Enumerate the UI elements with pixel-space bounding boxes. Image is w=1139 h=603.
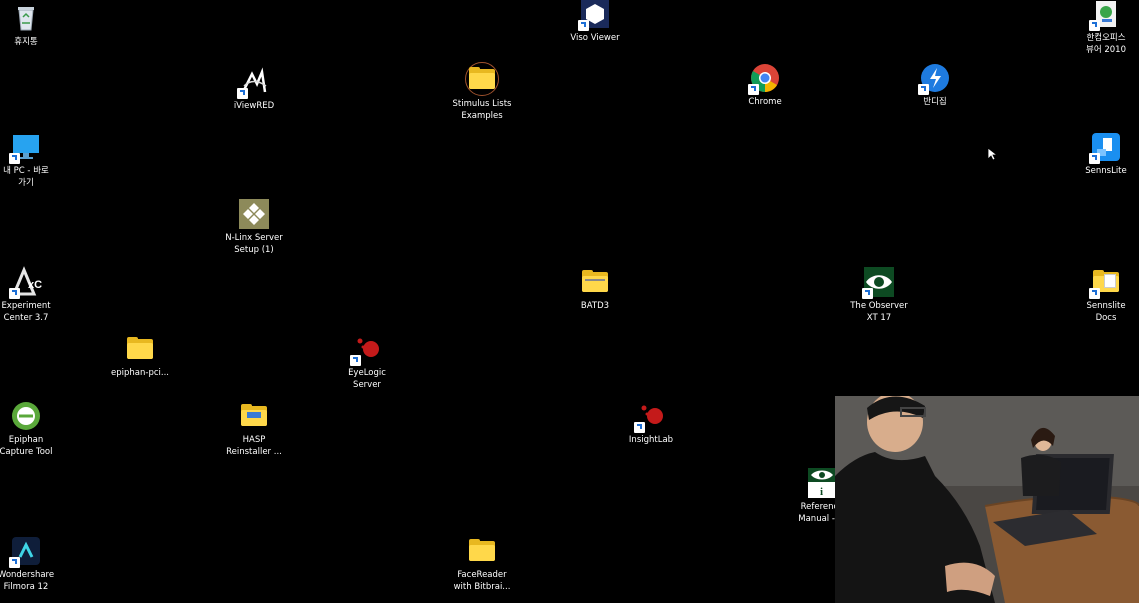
desktop-icon-label: FaceReader with Bitbrai...	[453, 570, 511, 592]
chrome-icon	[748, 62, 781, 95]
monitor-icon	[9, 131, 42, 164]
experiment-center-icon: xC	[9, 266, 42, 299]
desktop-icon-label: SennsLite	[1085, 166, 1127, 176]
observer-eye-icon	[862, 266, 895, 299]
recycle-bin-icon	[10, 2, 42, 34]
desktop-icon-iviewred[interactable]: iViewRED	[216, 66, 292, 112]
shortcut-arrow-icon	[1089, 153, 1100, 164]
shortcut-arrow-icon	[748, 84, 759, 95]
folder-icon	[124, 333, 156, 365]
shortcut-arrow-icon	[9, 153, 20, 164]
desktop-icon-label: epiphan-pci...	[111, 368, 169, 378]
desktop-icon-label: iViewRED	[233, 101, 275, 111]
desktop-icon-label: Wondershare Filmora 12	[0, 570, 55, 592]
desktop-icon-batd3[interactable]: BATD3	[557, 266, 633, 312]
desktop-icon-label: Viso Viewer	[570, 33, 620, 43]
desktop-icon-filmora[interactable]: Wondershare Filmora 12	[0, 535, 64, 593]
mouse-cursor-icon	[987, 146, 999, 165]
webcam-overlay	[835, 396, 1139, 603]
svg-text:i: i	[820, 486, 823, 498]
desktop-icon-stimulus-lists[interactable]: Stimulus Lists Examples	[444, 62, 520, 122]
desktop-icon-label: 반디집	[923, 97, 947, 107]
shortcut-arrow-icon	[578, 20, 589, 31]
shortcut-arrow-icon	[9, 557, 20, 568]
desktop-icon-viso-viewer[interactable]: Viso Viewer	[557, 0, 633, 44]
desktop-icon-label: BATD3	[580, 301, 610, 311]
shortcut-arrow-icon	[918, 84, 929, 95]
shortcut-arrow-icon	[237, 88, 248, 99]
desktop-icon-label: 한컴오피스 뷰어 2010	[1086, 33, 1126, 55]
desktop-icon-eyelogic-server[interactable]: EyeLogic Server	[329, 333, 405, 391]
filmora-icon	[9, 535, 42, 568]
desktop-icon-my-pc[interactable]: 내 PC - 바로 가기	[0, 131, 64, 189]
shortcut-arrow-icon	[350, 355, 361, 366]
desktop-icon-experiment-center[interactable]: xC Experiment Center 3.7	[0, 266, 64, 324]
iviewred-icon	[237, 66, 270, 99]
eyelogic-icon	[350, 333, 383, 366]
sennslite-icon	[1089, 131, 1122, 164]
desktop-icon-label: Stimulus Lists Examples	[452, 99, 512, 121]
desktop-icon-insightlab[interactable]: InsightLab	[613, 400, 689, 446]
desktop-icon-epiphan-capture[interactable]: Epiphan Capture Tool	[0, 400, 64, 458]
desktop-icon-hasp-reinstaller[interactable]: HASP Reinstaller ...	[216, 400, 292, 458]
desktop-icon-label: InsightLab	[628, 435, 674, 445]
desktop-icon-hancom-viewer[interactable]: 한컴오피스 뷰어 2010	[1068, 0, 1139, 56]
folder-icon	[579, 266, 611, 298]
folder-icon	[466, 535, 498, 567]
svg-text:xC: xC	[28, 279, 42, 291]
desktop-icon-label: EyeLogic Server	[348, 368, 386, 390]
hancom-office-icon	[1089, 0, 1122, 31]
desktop-icon-label: 내 PC - 바로 가기	[3, 166, 49, 188]
viso-viewer-icon	[578, 0, 611, 31]
desktop-icon-label: 휴지통	[14, 37, 38, 47]
shortcut-arrow-icon	[9, 288, 20, 299]
desktop-icon-bandizip[interactable]: 반디집	[897, 62, 973, 108]
installer-icon	[238, 198, 270, 230]
webcam-scene	[835, 396, 1139, 603]
folder-icon	[1089, 266, 1122, 299]
desktop-icon-epiphan-pci[interactable]: epiphan-pci...	[102, 333, 178, 379]
folder-icon	[238, 400, 270, 432]
desktop-icon-label: Sennslite Docs	[1086, 301, 1126, 323]
epiphan-capture-icon	[10, 400, 42, 432]
desktop-icon-label: Epiphan Capture Tool	[0, 435, 53, 457]
desktop-icon-recycle-bin[interactable]: 휴지통	[0, 2, 64, 48]
desktop-icon-nlinx-setup[interactable]: N-Linx Server Setup (1)	[216, 198, 292, 256]
bandizip-icon	[918, 62, 951, 95]
desktop-icon-label: Chrome	[748, 97, 782, 107]
observer-manual-icon: i	[806, 467, 838, 499]
desktop-icon-sennslite-docs[interactable]: Sennslite Docs	[1068, 266, 1139, 324]
shortcut-arrow-icon	[862, 288, 873, 299]
desktop-icon-facereader[interactable]: FaceReader with Bitbrai...	[444, 535, 520, 593]
desktop-icon-chrome[interactable]: Chrome	[727, 62, 803, 108]
shortcut-arrow-icon	[634, 422, 645, 433]
desktop-icon-label: Experiment Center 3.7	[1, 301, 51, 323]
desktop-icon-observer[interactable]: The Observer XT 17	[841, 266, 917, 324]
desktop-icon-sennslite[interactable]: SennsLite	[1068, 131, 1139, 177]
desktop-icon-label: HASP Reinstaller ...	[226, 435, 282, 457]
shortcut-arrow-icon	[1089, 288, 1100, 299]
desktop-icon-label: N-Linx Server Setup (1)	[225, 233, 283, 255]
desktop-icon-label: The Observer XT 17	[850, 301, 908, 323]
shortcut-arrow-icon	[1089, 20, 1100, 31]
folder-icon	[465, 62, 499, 96]
insightlab-icon	[634, 400, 667, 433]
